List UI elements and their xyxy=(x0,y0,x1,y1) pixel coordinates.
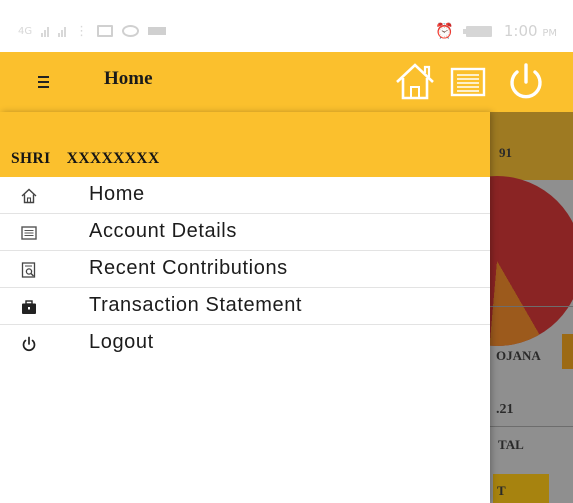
status-bar: 4G ⋮ ⏰ 1:00 PM xyxy=(0,0,573,52)
power-icon[interactable] xyxy=(502,56,550,106)
gallery-notification-icon xyxy=(97,25,114,37)
signal-strength-2-icon xyxy=(58,26,67,37)
drawer-item-recent-contributions[interactable]: Recent Contributions xyxy=(0,251,490,288)
background-accent-strip xyxy=(562,334,573,369)
background-divider xyxy=(490,306,573,307)
drawer-header: SHRI XXXXXXXX xyxy=(0,112,490,177)
signal-strength-icon xyxy=(41,26,50,37)
background-total-text: TAL xyxy=(498,437,524,452)
user-name: SHRI XXXXXXXX xyxy=(11,150,160,168)
search-document-icon xyxy=(20,261,38,279)
background-scheme-text: OJANA xyxy=(496,348,541,363)
home-icon[interactable] xyxy=(391,56,439,106)
clock: 1:00 PM xyxy=(504,22,557,40)
clock-suffix: PM xyxy=(542,28,557,39)
background-amount-text: .21 xyxy=(496,402,514,417)
clock-time: 1:00 xyxy=(503,22,538,40)
drawer-item-transaction-statement[interactable]: Transaction Statement xyxy=(0,288,490,325)
drawer-item-account-details[interactable]: Account Details xyxy=(0,214,490,251)
drawer-item-label: Transaction Statement xyxy=(89,294,303,316)
message-notification-icon xyxy=(148,27,167,35)
drawer-item-label: Logout xyxy=(89,331,154,353)
drawer-item-logout[interactable]: Logout xyxy=(0,325,490,362)
sync-notification-icon xyxy=(122,25,140,37)
status-bar-left: 4G ⋮ xyxy=(18,22,167,40)
app-bar: Home xyxy=(0,52,573,112)
drawer-item-label: Account Details xyxy=(89,220,237,242)
document-icon xyxy=(20,224,38,242)
navigation-drawer: SHRI XXXXXXXX Home Account Details Recen… xyxy=(0,112,490,503)
background-button-text: T xyxy=(497,483,506,498)
user-prefix: SHRI xyxy=(11,150,51,167)
user-name-value: XXXXXXXX xyxy=(66,150,160,167)
drawer-item-label: Recent Contributions xyxy=(89,257,288,279)
usb-icon: ⋮ xyxy=(75,23,89,39)
background-divider-2 xyxy=(490,426,573,427)
power-icon xyxy=(20,335,38,353)
network-type: 4G xyxy=(18,25,33,37)
drawer-item-home[interactable]: Home xyxy=(0,177,490,214)
drawer-menu: Home Account Details Recent Contribution… xyxy=(0,177,490,362)
battery-icon xyxy=(462,25,492,37)
app-bar-title: Home xyxy=(104,68,153,89)
hamburger-menu-icon[interactable] xyxy=(28,68,58,96)
briefcase-icon xyxy=(20,298,38,316)
document-icon[interactable] xyxy=(448,58,488,104)
drawer-item-label: Home xyxy=(89,183,145,205)
home-icon xyxy=(20,187,38,205)
status-bar-right: ⏰ 1:00 PM xyxy=(435,22,557,40)
alarm-icon: ⏰ xyxy=(435,22,454,40)
background-header-text: 91 xyxy=(499,145,512,160)
